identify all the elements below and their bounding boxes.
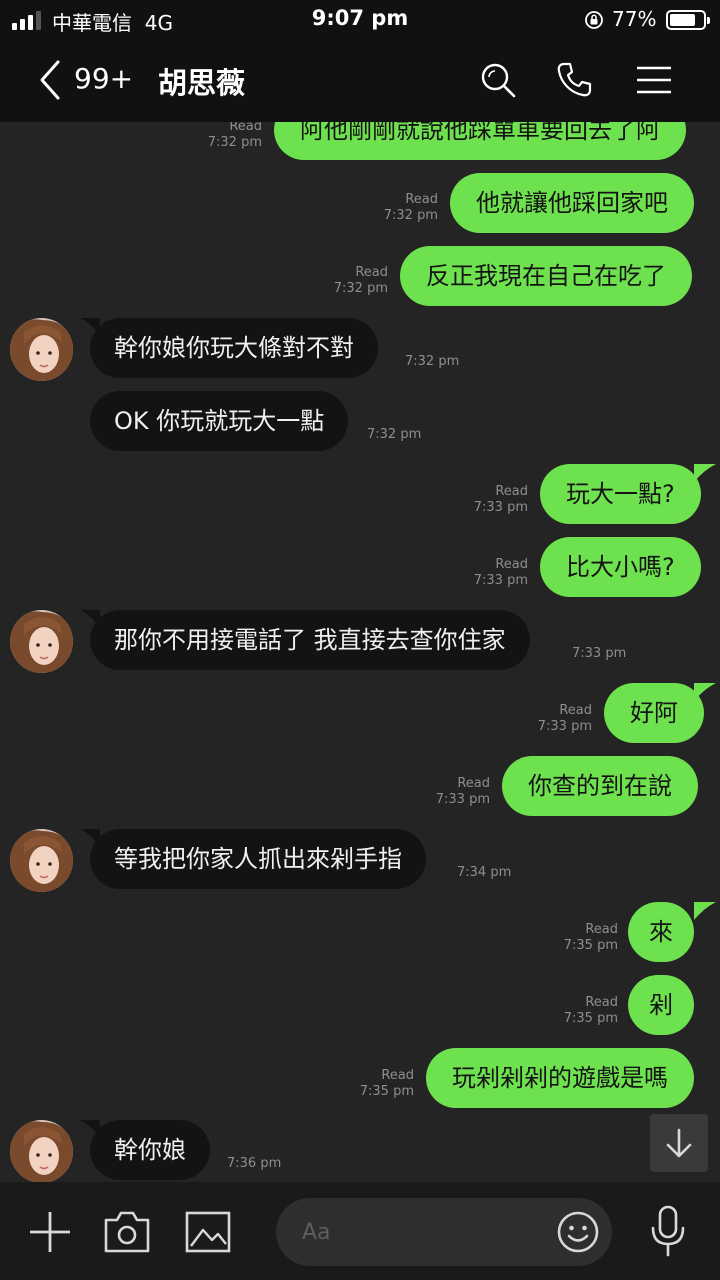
contact-name: 胡思薇	[158, 66, 246, 100]
read-receipt: Read	[229, 122, 262, 134]
message-time: 7:32 pm	[333, 281, 388, 296]
message-status: Read 7:35 pm	[546, 922, 618, 954]
arrow-down-icon	[666, 1128, 692, 1158]
message-bubble[interactable]: 玩大一點?	[540, 464, 701, 524]
message-bubble[interactable]: 剁	[628, 975, 694, 1035]
message-time: 7:33 pm	[473, 500, 528, 515]
message-bubble[interactable]: 你查的到在說	[502, 756, 698, 816]
unread-count[interactable]: 99+	[74, 62, 133, 95]
message-time: 7:35 pm	[563, 1011, 618, 1026]
avatar[interactable]	[10, 1120, 73, 1182]
message-status: Read 7:33 pm	[456, 484, 528, 516]
read-receipt: Read	[405, 192, 438, 207]
message-bubble[interactable]: 等我把你家人抓出來剁手指	[90, 829, 426, 889]
message-bubble[interactable]: OK 你玩就玩大一點	[90, 391, 349, 451]
message-bubble[interactable]: 好阿	[604, 683, 704, 743]
bubble-tail	[694, 683, 716, 701]
search-icon[interactable]	[478, 60, 518, 100]
read-receipt: Read	[381, 1068, 414, 1083]
avatar[interactable]	[10, 318, 73, 381]
message-time: 7:32 pm	[383, 208, 438, 223]
message-bubble[interactable]: 幹你娘	[90, 1120, 210, 1180]
message-time: 7:35 pm	[563, 938, 618, 953]
message-time: 7:33 pm	[572, 646, 627, 661]
read-receipt: Read	[495, 484, 528, 499]
message-bubble[interactable]: 阿他剛剛就說他踩單車要回去了阿	[274, 122, 686, 160]
message-time: 7:32 pm	[405, 354, 460, 369]
message-status: Read 7:33 pm	[418, 776, 490, 808]
message-bubble[interactable]: 來	[628, 902, 694, 962]
read-receipt: Read	[355, 265, 388, 280]
scroll-to-bottom-button[interactable]	[650, 1114, 708, 1172]
bubble-tail	[694, 902, 716, 920]
chat-header: 99+ 胡思薇	[0, 40, 720, 122]
battery-icon	[666, 10, 710, 30]
phone-icon[interactable]	[554, 60, 594, 100]
message-status: Read 7:32 pm	[366, 192, 438, 224]
read-receipt: Read	[559, 703, 592, 718]
battery-percentage: 77%	[612, 7, 657, 31]
message-status: Read 7:32 pm	[190, 122, 262, 151]
bubble-tail	[694, 464, 716, 482]
message-time: 7:36 pm	[227, 1156, 282, 1171]
message-bubble[interactable]: 那你不用接電話了 我直接去查你住家	[90, 610, 530, 670]
message-text-input[interactable]	[302, 1214, 542, 1250]
status-bar: 中華電信 4G 9:07 pm 77%	[0, 0, 720, 40]
back-button[interactable]	[36, 58, 66, 102]
read-receipt: Read	[585, 995, 618, 1010]
read-receipt: Read	[495, 557, 528, 572]
message-status: Read 7:33 pm	[456, 557, 528, 589]
message-time: 7:35 pm	[359, 1084, 414, 1099]
message-input-field[interactable]	[276, 1198, 612, 1266]
plus-icon[interactable]	[26, 1208, 74, 1256]
message-time: 7:32 pm	[367, 427, 422, 442]
message-status: Read 7:35 pm	[546, 995, 618, 1027]
emoji-icon[interactable]	[556, 1210, 600, 1254]
message-time: 7:33 pm	[435, 792, 490, 807]
message-bubble[interactable]: 玩剁剁剁的遊戲是嗎	[426, 1048, 694, 1108]
message-time: 7:34 pm	[457, 865, 512, 880]
microphone-icon[interactable]	[648, 1204, 688, 1258]
message-bubble[interactable]: 幹你娘你玩大條對不對	[90, 318, 378, 378]
message-bubble[interactable]: 比大小嗎?	[540, 537, 701, 597]
read-receipt: Read	[457, 776, 490, 791]
message-time: 7:33 pm	[473, 573, 528, 588]
avatar[interactable]	[10, 829, 73, 892]
message-time: 7:32 pm	[207, 135, 262, 150]
read-receipt: Read	[585, 922, 618, 937]
message-input-bar	[0, 1182, 720, 1280]
message-list[interactable]: Read 7:32 pm 阿他剛剛就說他踩單車要回去了阿 Read 7:32 pm …	[0, 122, 720, 1182]
image-icon[interactable]	[184, 1210, 232, 1254]
message-status: Read 7:35 pm	[342, 1068, 414, 1100]
menu-icon[interactable]	[634, 60, 674, 100]
camera-icon[interactable]	[102, 1210, 152, 1254]
message-status: Read 7:33 pm	[520, 703, 592, 735]
message-bubble[interactable]: 反正我現在自己在吃了	[400, 246, 692, 306]
message-status: Read 7:32 pm	[316, 265, 388, 297]
message-time: 7:33 pm	[537, 719, 592, 734]
message-bubble[interactable]: 他就讓他踩回家吧	[450, 173, 694, 233]
avatar[interactable]	[10, 610, 73, 673]
rotation-lock-icon	[585, 11, 603, 29]
